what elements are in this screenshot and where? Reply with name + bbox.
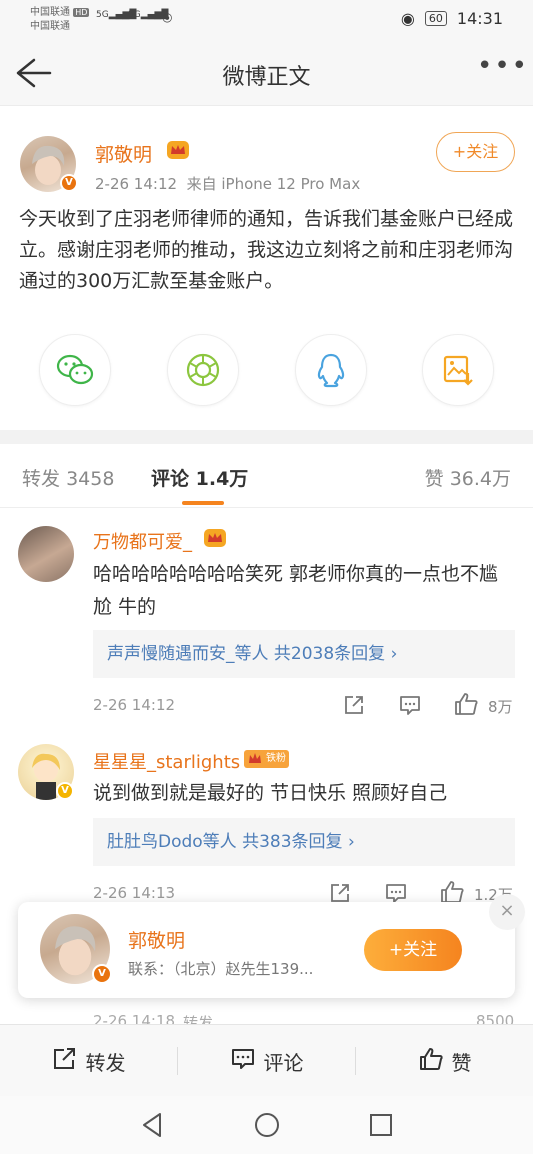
like-label: 赞 (451, 1050, 472, 1075)
carrier-info: 中国联通 HD 中国联通 (30, 6, 90, 34)
reply-summary[interactable]: 声声慢随遇而安_等人 共2038条回复 › (93, 630, 515, 678)
reply-summary[interactable]: 肚肚鸟Dodo等人 共383条回复 › (93, 818, 515, 866)
reply-comment-icon[interactable] (395, 690, 425, 720)
back-triangle-icon[interactable] (138, 1110, 168, 1140)
commenter-name[interactable]: 星星星_starlights (93, 748, 240, 774)
commenter-name[interactable]: 万物都可爱_ (93, 528, 192, 554)
tab-comment-count: 1.4万 (195, 468, 249, 490)
verified-badge-icon: V (92, 964, 112, 984)
comment-button[interactable]: 评论 (178, 1025, 355, 1097)
nav-bar: 微博正文 ••• (0, 40, 533, 106)
hd-badge: HD (73, 8, 90, 17)
tab-comment-label: 评论 (151, 468, 190, 490)
tab-like-label: 赞 (424, 468, 444, 490)
share-comment-icon[interactable] (339, 690, 369, 720)
post-source: 来自 iPhone 12 Pro Max (186, 175, 361, 193)
tab-like[interactable]: 赞 36.4万 (425, 464, 511, 491)
more-dots-icon[interactable]: ••• (477, 53, 527, 86)
post-text: 今天收到了庄羽老师律师的通知，告诉我们基金账户已经成立。感谢庄羽老师的推动，我这… (19, 208, 514, 292)
chevron-right-icon: › (347, 832, 355, 852)
fan-badge-label: 铁粉 (266, 753, 286, 764)
post-meta: 2-26 14:12 来自 iPhone 12 Pro Max (95, 173, 360, 194)
carrier-2: 中国联通 (30, 21, 70, 32)
like-button[interactable]: 赞 (356, 1025, 533, 1097)
section-divider (0, 430, 533, 444)
repost-icon (52, 1047, 78, 1076)
qq-icon[interactable] (295, 334, 367, 406)
interaction-tabs: 转发 3458 评论 1.4万 赞 36.4万 (0, 444, 533, 508)
tab-comment[interactable]: 评论 1.4万 (151, 464, 248, 491)
carrier-1: 中国联通 (30, 7, 70, 18)
reply-count: 共2038条回复 (273, 644, 386, 664)
commenter-avatar[interactable] (18, 526, 74, 582)
comment-text: 说到做到就是最好的 节日快乐 照顾好自己 (93, 782, 448, 804)
tab-repost[interactable]: 转发 3458 (22, 464, 114, 491)
comment-like-count: 8万 (488, 698, 513, 716)
eye-icon: ◉ (400, 9, 415, 28)
comment-time: 2-26 14:12 (93, 696, 176, 714)
tab-repost-label: 转发 (22, 468, 61, 490)
follow-button[interactable]: +关注 (436, 132, 515, 172)
close-icon[interactable]: × (489, 894, 525, 930)
bottom-action-bar: 转发 评论 赞 (0, 1024, 533, 1096)
system-nav-bar (0, 1096, 533, 1154)
comment-icon (230, 1047, 256, 1076)
recents-square-icon[interactable] (366, 1110, 396, 1140)
moments-icon[interactable] (167, 334, 239, 406)
popup-follow-button[interactable]: +关注 (364, 929, 462, 971)
peek-time: 2-26 14:18 (93, 1012, 176, 1024)
status-bar: 中国联通 HD 中国联通 5G▂▄▆█ 3G▂▄▆█ ◎ ◉ 60 14:31 (0, 0, 533, 40)
active-tab-indicator (182, 501, 224, 505)
repost-button[interactable]: 转发 (0, 1025, 177, 1097)
reply-users: 声声慢随遇而安_等人 (107, 644, 269, 664)
popup-name[interactable]: 郭敬明 (128, 926, 185, 953)
verified-badge-icon: V (60, 174, 78, 192)
like-icon (418, 1047, 444, 1076)
fan-badge: 铁粉 (244, 750, 289, 768)
comment-time: 2-26 14:13 (93, 884, 176, 902)
page-title: 微博正文 (222, 65, 311, 90)
reply-count: 共383条回复 (242, 832, 343, 852)
verified-badge-icon: V (56, 782, 74, 800)
like-comment-icon[interactable] (451, 689, 481, 719)
popup-contact: 联系：（北京）赵先生139... (128, 960, 314, 978)
home-circle-icon[interactable] (252, 1110, 282, 1140)
comment-label: 评论 (263, 1050, 304, 1075)
follow-popup-card: × V 郭敬明 联系：（北京）赵先生139... +关注 (18, 894, 525, 998)
peek-label: 转发 (183, 1014, 214, 1024)
wechat-icon[interactable] (39, 334, 111, 406)
battery-icon: 60 (424, 11, 447, 26)
author-name[interactable]: 郭敬明 (95, 140, 152, 167)
share-row (0, 334, 533, 406)
save-image-icon[interactable] (422, 334, 494, 406)
clock: 14:31 (456, 9, 503, 28)
reply-users: 肚肚鸟Dodo等人 (107, 832, 237, 852)
tab-like-count: 36.4万 (449, 468, 511, 490)
comment-text: 哈哈哈哈哈哈哈哈笑死 郭老师你真的一点也不尴尬 牛的 (93, 563, 499, 618)
next-comment-peek: 2-26 14:18 转发 8500 (0, 1012, 533, 1024)
crown-icon (203, 528, 227, 548)
chevron-right-icon: › (390, 644, 398, 664)
crown-icon (166, 140, 190, 160)
tab-repost-count: 3458 (66, 468, 115, 490)
post-time: 2-26 14:12 (95, 175, 178, 193)
repost-label: 转发 (85, 1050, 126, 1075)
status-right: ◉ 60 14:31 (401, 9, 503, 28)
hotspot-icon: ◎ (162, 10, 173, 24)
peek-likes: 8500 (476, 1012, 515, 1024)
